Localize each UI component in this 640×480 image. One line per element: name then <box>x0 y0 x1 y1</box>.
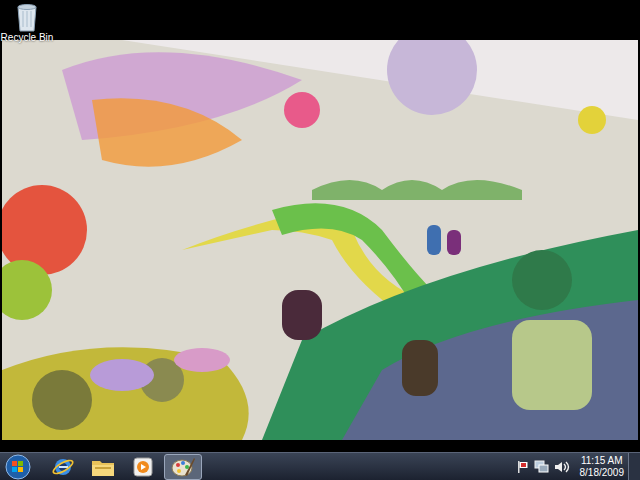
clock-date: 8/18/2009 <box>580 467 625 479</box>
notification-area <box>516 460 570 474</box>
taskbar-items <box>44 454 202 480</box>
desktop-icon[interactable]: Recycle Bin <box>2 2 52 44</box>
network-icon[interactable] <box>534 460 550 474</box>
action-center-flag-icon[interactable] <box>516 460 530 474</box>
taskbar-button[interactable] <box>44 454 82 480</box>
top-black-band <box>0 0 640 40</box>
volume-icon[interactable] <box>554 460 570 474</box>
taskbar-button[interactable] <box>164 454 202 480</box>
bottom-black-band <box>0 440 640 452</box>
desktop: 11:15 AM8/18/2009 Recycle Bin <box>0 0 640 480</box>
windows-start-orb-icon <box>5 454 31 480</box>
media-player-icon <box>131 455 155 479</box>
wallpaper-illustration <box>2 40 638 440</box>
recycle-bin-icon <box>15 2 39 32</box>
folder-icon <box>90 456 116 478</box>
taskbar-button[interactable] <box>84 454 122 480</box>
internet-explorer-icon <box>51 455 75 479</box>
clock[interactable]: 11:15 AM8/18/2009 <box>576 455 629 479</box>
wallpaper <box>0 40 640 440</box>
start-button[interactable] <box>2 453 34 480</box>
taskbar: 11:15 AM8/18/2009 <box>0 452 640 480</box>
show-desktop-button[interactable] <box>628 453 640 480</box>
paint-icon <box>170 455 196 479</box>
taskbar-button[interactable] <box>124 454 162 480</box>
desktop-icon-label: Recycle Bin <box>1 32 54 44</box>
clock-time: 11:15 AM <box>581 455 623 467</box>
